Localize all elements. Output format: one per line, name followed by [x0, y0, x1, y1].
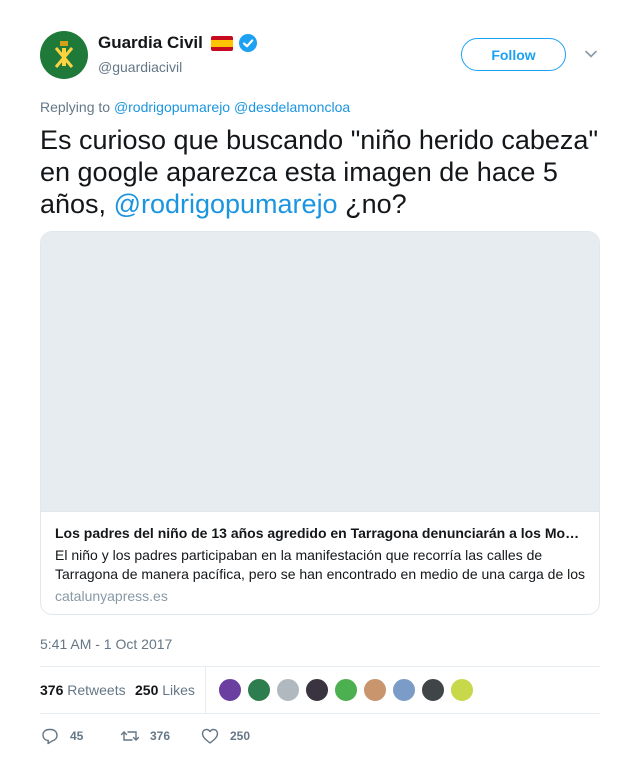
retweets-count: 376 — [40, 682, 64, 698]
tweet-header: Guardia Civil @guardiacivil Follow — [40, 31, 600, 81]
stats-divider — [205, 667, 206, 713]
likes-count: 250 — [135, 682, 159, 698]
card-image[interactable] — [41, 232, 599, 512]
tweet-timestamp[interactable]: 5:41 AM - 1 Oct 2017 — [40, 636, 172, 652]
spain-flag-icon — [210, 35, 233, 51]
retweets-stat[interactable]: 376 Retweets — [40, 682, 126, 698]
likes-stat[interactable]: 250 Likes — [135, 682, 195, 698]
liker-avatar[interactable] — [450, 678, 474, 702]
heart-icon — [201, 728, 219, 744]
retweet-icon — [120, 731, 140, 741]
tweet-actions: 45 376 250 — [40, 726, 600, 746]
tweet-text: Es curioso que buscando "niño herido cab… — [40, 124, 600, 220]
like-button[interactable]: 250 — [200, 726, 250, 746]
reply-icon — [42, 728, 58, 745]
follow-button[interactable]: Follow — [461, 38, 566, 71]
user-handle[interactable]: @guardiacivil — [98, 59, 182, 75]
liker-avatar[interactable] — [218, 678, 242, 702]
mention-link[interactable]: @rodrigopumarejo — [114, 99, 230, 115]
liker-avatar[interactable] — [305, 678, 329, 702]
liker-avatar[interactable] — [392, 678, 416, 702]
liker-avatar[interactable] — [421, 678, 445, 702]
guardia-civil-emblem-icon — [54, 41, 74, 68]
replying-prefix: Replying to — [40, 99, 111, 115]
mention-link[interactable]: @desdelamoncloa — [234, 99, 350, 115]
avatar[interactable] — [40, 31, 88, 79]
like-count: 250 — [230, 729, 251, 743]
verified-badge-icon — [238, 34, 257, 52]
reply-count: 45 — [70, 729, 84, 743]
liker-avatar[interactable] — [334, 678, 358, 702]
reply-button[interactable]: 45 — [40, 726, 83, 746]
liker-avatar[interactable] — [247, 678, 271, 702]
liker-avatar[interactable] — [276, 678, 300, 702]
likes-label: Likes — [162, 682, 195, 698]
card-title[interactable]: Los padres del niño de 13 años agredido … — [55, 525, 585, 541]
chevron-down-icon[interactable] — [584, 47, 598, 61]
liker-avatar[interactable] — [363, 678, 387, 702]
card-domain: catalunyapress.es — [55, 588, 168, 604]
tweet-text-tail: ¿no? — [337, 189, 407, 219]
retweets-label: Retweets — [67, 682, 126, 698]
tweet-stats: 376 Retweets 250 Likes — [40, 666, 600, 714]
liker-avatars — [218, 678, 479, 702]
card-description: El niño y los padres participaban en la … — [55, 547, 586, 582]
retweet-count: 376 — [150, 729, 171, 743]
link-preview-card[interactable]: Los padres del niño de 13 años agredido … — [40, 231, 600, 615]
replying-to: Replying to @rodrigopumarejo @desdelamon… — [40, 99, 350, 115]
display-name[interactable]: Guardia Civil — [98, 33, 203, 53]
retweet-button[interactable]: 376 — [120, 726, 170, 746]
tweet-mention-link[interactable]: @rodrigopumarejo — [114, 189, 338, 219]
